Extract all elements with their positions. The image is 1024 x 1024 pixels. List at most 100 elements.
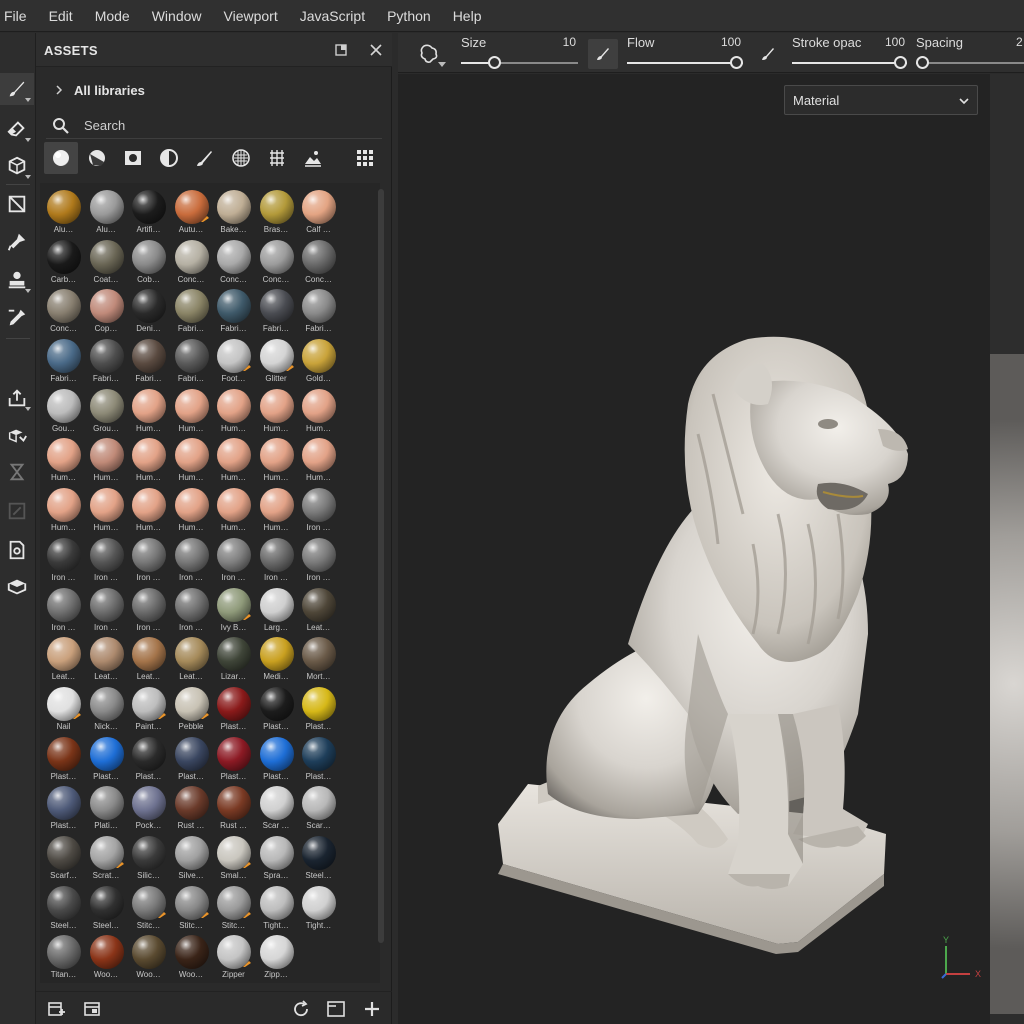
- grid-view-icon[interactable]: [348, 142, 382, 174]
- material-asset[interactable]: Conc…: [297, 239, 340, 289]
- material-asset[interactable]: Fabri…: [127, 338, 170, 388]
- material-asset[interactable]: Calf …: [297, 189, 340, 239]
- grid-filter-icon[interactable]: [260, 142, 294, 174]
- material-asset[interactable]: Zipp…: [255, 934, 298, 983]
- import-resources-icon[interactable]: [46, 998, 68, 1020]
- material-asset[interactable]: Hum…: [170, 388, 213, 438]
- menu-viewport[interactable]: Viewport: [213, 0, 289, 32]
- material-asset[interactable]: Hum…: [127, 487, 170, 537]
- material-asset[interactable]: Plast…: [255, 736, 298, 786]
- stroke-opacity-value[interactable]: 100: [885, 35, 905, 49]
- material-asset[interactable]: Scar …: [255, 785, 298, 835]
- material-asset[interactable]: Plast…: [297, 736, 340, 786]
- material-asset[interactable]: Fabri…: [85, 338, 128, 388]
- menu-mode[interactable]: Mode: [84, 0, 141, 32]
- export-icon[interactable]: [0, 382, 34, 414]
- material-asset[interactable]: Iron …: [127, 537, 170, 587]
- material-asset[interactable]: Steel…: [297, 835, 340, 885]
- material-asset[interactable]: Foot…: [212, 338, 255, 388]
- stroke-opacity-pressure-icon[interactable]: [753, 39, 783, 69]
- layout-icon[interactable]: [0, 495, 34, 527]
- material-asset[interactable]: Titan…: [42, 934, 85, 983]
- material-asset[interactable]: Hum…: [255, 487, 298, 537]
- material-asset[interactable]: Woo…: [127, 934, 170, 983]
- environments-filter-icon[interactable]: [296, 142, 330, 174]
- spacing-slider-track[interactable]: [916, 62, 1024, 64]
- material-asset[interactable]: Iron …: [297, 487, 340, 537]
- stroke-opacity-slider-knob[interactable]: [894, 56, 907, 69]
- material-asset[interactable]: Zipper: [212, 934, 255, 983]
- color-picker-icon[interactable]: [0, 302, 34, 334]
- material-asset[interactable]: Fabri…: [255, 288, 298, 338]
- material-asset[interactable]: Iron …: [42, 587, 85, 637]
- material-asset[interactable]: Scarf…: [42, 835, 85, 885]
- material-asset[interactable]: Conc…: [212, 239, 255, 289]
- material-asset[interactable]: Fabri…: [42, 338, 85, 388]
- clone-stamp-icon[interactable]: [0, 264, 34, 296]
- material-asset[interactable]: Hum…: [42, 437, 85, 487]
- spacing-value[interactable]: 2: [1016, 35, 1023, 49]
- material-asset[interactable]: Leat…: [85, 636, 128, 686]
- material-asset[interactable]: Tight…: [255, 885, 298, 935]
- material-asset[interactable]: Silve…: [170, 835, 213, 885]
- material-asset[interactable]: Pock…: [127, 785, 170, 835]
- material-asset[interactable]: Gold…: [297, 338, 340, 388]
- material-asset[interactable]: Rust …: [170, 785, 213, 835]
- smart-materials-filter-icon[interactable]: [80, 142, 114, 174]
- material-asset[interactable]: Tight…: [297, 885, 340, 935]
- 3d-cube-icon[interactable]: [0, 571, 34, 603]
- material-asset[interactable]: Leat…: [127, 636, 170, 686]
- flow-slider-knob[interactable]: [730, 56, 743, 69]
- 3d-viewport[interactable]: Material Y X: [398, 74, 990, 1024]
- material-asset[interactable]: Steel…: [42, 885, 85, 935]
- material-asset[interactable]: Iron …: [85, 537, 128, 587]
- menu-file[interactable]: File: [0, 0, 38, 32]
- material-asset[interactable]: Paint…: [127, 686, 170, 736]
- material-asset[interactable]: Leat…: [297, 587, 340, 637]
- material-asset[interactable]: Iron …: [255, 537, 298, 587]
- material-asset[interactable]: Plast…: [255, 686, 298, 736]
- flow-pressure-icon[interactable]: [588, 39, 618, 69]
- material-asset[interactable]: Hum…: [170, 437, 213, 487]
- material-asset[interactable]: Steel…: [85, 885, 128, 935]
- menu-javascript[interactable]: JavaScript: [289, 0, 376, 32]
- size-value[interactable]: 10: [563, 35, 576, 49]
- close-icon[interactable]: [367, 41, 385, 59]
- material-asset[interactable]: Plast…: [42, 785, 85, 835]
- material-asset[interactable]: Woo…: [85, 934, 128, 983]
- search-input[interactable]: [84, 118, 334, 133]
- material-asset[interactable]: Cop…: [85, 288, 128, 338]
- spacing-slider-knob[interactable]: [916, 56, 929, 69]
- material-asset[interactable]: Scar…: [297, 785, 340, 835]
- material-asset[interactable]: Hum…: [170, 487, 213, 537]
- material-asset[interactable]: Hum…: [297, 437, 340, 487]
- material-asset[interactable]: Coat…: [85, 239, 128, 289]
- new-folder-icon[interactable]: [325, 998, 347, 1020]
- brush-preset-icon[interactable]: [414, 39, 446, 69]
- hourglass-icon[interactable]: [0, 456, 34, 488]
- material-asset[interactable]: Smal…: [212, 835, 255, 885]
- material-asset[interactable]: Iron …: [297, 537, 340, 587]
- materials-filter-icon[interactable]: [44, 142, 78, 174]
- material-asset[interactable]: Leat…: [42, 636, 85, 686]
- material-asset[interactable]: Pebble: [170, 686, 213, 736]
- material-asset[interactable]: Plast…: [127, 736, 170, 786]
- menu-python[interactable]: Python: [376, 0, 442, 32]
- material-asset[interactable]: Stitc…: [212, 885, 255, 935]
- menu-window[interactable]: Window: [141, 0, 213, 32]
- material-asset[interactable]: Hum…: [85, 437, 128, 487]
- material-asset[interactable]: Plast…: [85, 736, 128, 786]
- material-asset[interactable]: Iron …: [42, 537, 85, 587]
- paint-brush-icon[interactable]: [0, 73, 34, 105]
- material-asset[interactable]: Hum…: [255, 437, 298, 487]
- material-asset[interactable]: Hum…: [212, 487, 255, 537]
- material-asset[interactable]: Bake…: [212, 189, 255, 239]
- material-asset[interactable]: Gou…: [42, 388, 85, 438]
- material-asset[interactable]: Hum…: [127, 388, 170, 438]
- material-asset[interactable]: Plast…: [297, 686, 340, 736]
- polygon-fill-icon[interactable]: [0, 188, 34, 220]
- material-asset[interactable]: Autu…: [170, 189, 213, 239]
- material-asset[interactable]: Hum…: [297, 388, 340, 438]
- channel-dropdown[interactable]: Material: [784, 85, 978, 115]
- material-asset[interactable]: Iron …: [170, 537, 213, 587]
